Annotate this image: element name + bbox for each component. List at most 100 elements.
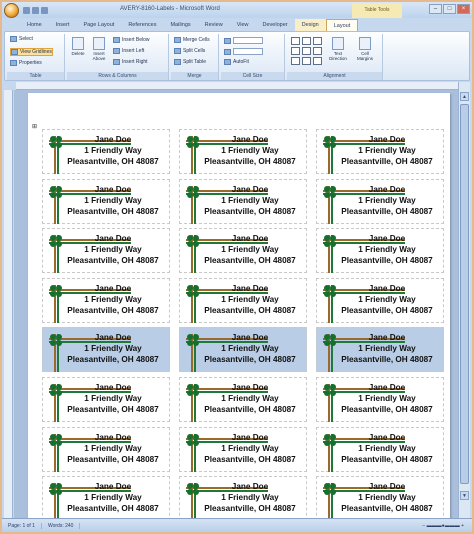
align-bottom-right-icon[interactable] — [313, 57, 322, 65]
tab-design[interactable]: Design — [294, 19, 326, 31]
insert-below-button[interactable]: Insert Below — [113, 37, 150, 43]
tab-page-layout[interactable]: Page Layout — [76, 19, 121, 31]
label-name: Jane Doe — [94, 234, 132, 244]
autofit-icon — [224, 59, 231, 65]
align-top-left-icon[interactable] — [291, 37, 300, 45]
label-street: 1 Friendly Way — [358, 443, 416, 453]
group-label-rows-columns: Rows & Columns — [67, 72, 168, 80]
close-button[interactable]: × — [457, 4, 470, 14]
split-table-button[interactable]: Split Table — [174, 59, 206, 65]
label-address-text: Jane Doe 1 Friendly Way Pleasantville, OH … — [196, 134, 304, 167]
address-label[interactable]: Jane Doe 1 Friendly Way Pleasantville, OH … — [42, 277, 170, 323]
tab-home[interactable]: Home — [20, 19, 49, 31]
split-cells-icon — [174, 48, 181, 54]
office-button[interactable] — [4, 2, 19, 18]
align-center-right-icon[interactable] — [313, 47, 322, 55]
align-bottom-center-icon[interactable] — [302, 57, 311, 65]
address-label[interactable]: Jane Doe 1 Friendly Way Pleasantville, OH … — [179, 327, 307, 373]
word-count[interactable]: Words: 240 — [42, 522, 81, 529]
address-label[interactable]: Jane Doe 1 Friendly Way Pleasantville, OH … — [316, 476, 444, 520]
label-street: 1 Friendly Way — [221, 344, 279, 354]
label-street: 1 Friendly Way — [221, 245, 279, 255]
maximize-button[interactable]: □ — [443, 4, 456, 14]
address-label[interactable]: Jane Doe 1 Friendly Way Pleasantville, OH … — [316, 129, 444, 174]
address-label[interactable]: Jane Doe 1 Friendly Way Pleasantville, OH … — [316, 228, 444, 274]
tab-mailings[interactable]: Mailings — [163, 19, 197, 31]
scroll-up-arrow-icon[interactable]: ▲ — [460, 92, 469, 101]
tab-review[interactable]: Review — [198, 19, 230, 31]
delete-table-icon — [72, 37, 84, 50]
autofit-button[interactable]: AutoFit — [224, 59, 249, 65]
minimize-button[interactable]: – — [429, 4, 442, 14]
tab-insert[interactable]: Insert — [49, 19, 77, 31]
address-label[interactable]: Jane Doe 1 Friendly Way Pleasantville, OH … — [179, 377, 307, 422]
address-label[interactable]: Jane Doe 1 Friendly Way Pleasantville, OH … — [42, 327, 170, 373]
scroll-down-arrow-icon[interactable]: ▼ — [460, 491, 469, 500]
horizontal-ruler[interactable] — [16, 82, 470, 90]
tab-view[interactable]: View — [230, 19, 256, 31]
text-direction-button[interactable]: Text Direction — [327, 37, 349, 61]
label-name: Jane Doe — [368, 184, 406, 194]
label-name: Jane Doe — [368, 135, 406, 144]
vertical-scrollbar[interactable]: ▲ ▼ — [458, 82, 470, 520]
label-name: Jane Doe — [94, 482, 132, 492]
insert-left-button[interactable]: Insert Left — [113, 48, 144, 54]
tab-layout[interactable]: Layout — [325, 19, 359, 31]
address-label[interactable]: Jane Doe 1 Friendly Way Pleasantville, OH … — [179, 178, 307, 224]
properties-button[interactable]: Properties — [10, 60, 42, 66]
ribbon-group-merge: Merge Cells Split Cells Split Table Merg… — [171, 34, 219, 80]
tab-references[interactable]: References — [121, 19, 163, 31]
split-cells-button[interactable]: Split Cells — [174, 48, 205, 54]
view-gridlines-button[interactable]: View Gridlines — [10, 48, 53, 56]
zoom-slider[interactable]: − ▬▬▬●▬▬▬ + — [422, 523, 464, 529]
insert-above-button[interactable]: Insert Above — [89, 37, 109, 61]
address-label[interactable]: Jane Doe 1 Friendly Way Pleasantville, OH … — [42, 426, 170, 472]
save-icon[interactable] — [23, 6, 30, 14]
label-street: 1 Friendly Way — [221, 146, 279, 155]
label-address-text: Jane Doe 1 Friendly Way Pleasantville, OH … — [196, 283, 304, 316]
address-label[interactable]: Jane Doe 1 Friendly Way Pleasantville, OH … — [179, 228, 307, 274]
address-label[interactable]: Jane Doe 1 Friendly Way Pleasantville, OH … — [179, 129, 307, 174]
address-label[interactable]: Jane Doe 1 Friendly Way Pleasantville, OH … — [316, 377, 444, 422]
label-name: Jane Doe — [231, 135, 269, 144]
address-label[interactable]: Jane Doe 1 Friendly Way Pleasantville, OH … — [316, 426, 444, 472]
label-city: Pleasantville, OH 48087 — [341, 256, 433, 266]
align-center-left-icon[interactable] — [291, 47, 300, 55]
address-label[interactable]: Jane Doe 1 Friendly Way Pleasantville, OH … — [42, 377, 170, 422]
page-count[interactable]: Page: 1 of 1 — [2, 522, 42, 529]
address-label[interactable]: Jane Doe 1 Friendly Way Pleasantville, OH … — [42, 178, 170, 224]
scrollbar-thumb[interactable] — [460, 104, 469, 484]
column-width-input[interactable] — [224, 48, 263, 55]
address-label[interactable]: Jane Doe 1 Friendly Way Pleasantville, OH … — [42, 476, 170, 520]
align-top-right-icon[interactable] — [313, 37, 322, 45]
address-label[interactable]: Jane Doe 1 Friendly Way Pleasantville, OH … — [179, 476, 307, 520]
address-label[interactable]: Jane Doe 1 Friendly Way Pleasantville, OH … — [42, 228, 170, 274]
insert-right-button[interactable]: Insert Right — [113, 59, 148, 65]
align-top-center-icon[interactable] — [302, 37, 311, 45]
select-button[interactable]: Select — [10, 36, 33, 42]
table-move-handle-icon[interactable]: ⊞ — [32, 123, 37, 130]
document-page[interactable]: ⊞ Jane Doe 1 Friendly Way Pleasantville, O… — [28, 93, 450, 520]
text-direction-icon — [332, 37, 344, 50]
address-label[interactable]: Jane Doe 1 Friendly Way Pleasantville, OH … — [316, 277, 444, 323]
label-street: 1 Friendly Way — [84, 245, 142, 255]
address-label[interactable]: Jane Doe 1 Friendly Way Pleasantville, OH … — [316, 178, 444, 224]
label-address-text: Jane Doe 1 Friendly Way Pleasantville, OH … — [59, 134, 167, 167]
cell-margins-button[interactable]: Cell Margins — [353, 37, 377, 61]
align-bottom-left-icon[interactable] — [291, 57, 300, 65]
tab-developer[interactable]: Developer — [256, 19, 295, 31]
redo-icon[interactable] — [41, 6, 48, 14]
vertical-ruler[interactable] — [4, 90, 13, 520]
undo-icon[interactable] — [32, 6, 39, 14]
label-name: Jane Doe — [94, 283, 132, 293]
address-label[interactable]: Jane Doe 1 Friendly Way Pleasantville, OH … — [179, 277, 307, 323]
delete-button[interactable]: Delete — [70, 37, 86, 56]
cell-alignment-grid — [291, 37, 322, 65]
address-label[interactable]: Jane Doe 1 Friendly Way Pleasantville, OH … — [179, 426, 307, 472]
address-label[interactable]: Jane Doe 1 Friendly Way Pleasantville, OH … — [316, 327, 444, 373]
merge-cells-button[interactable]: Merge Cells — [174, 37, 210, 43]
align-center-icon[interactable] — [302, 47, 311, 55]
address-label[interactable]: Jane Doe 1 Friendly Way Pleasantville, OH … — [42, 129, 170, 174]
label-street: 1 Friendly Way — [358, 195, 416, 205]
row-height-input[interactable] — [224, 37, 263, 44]
